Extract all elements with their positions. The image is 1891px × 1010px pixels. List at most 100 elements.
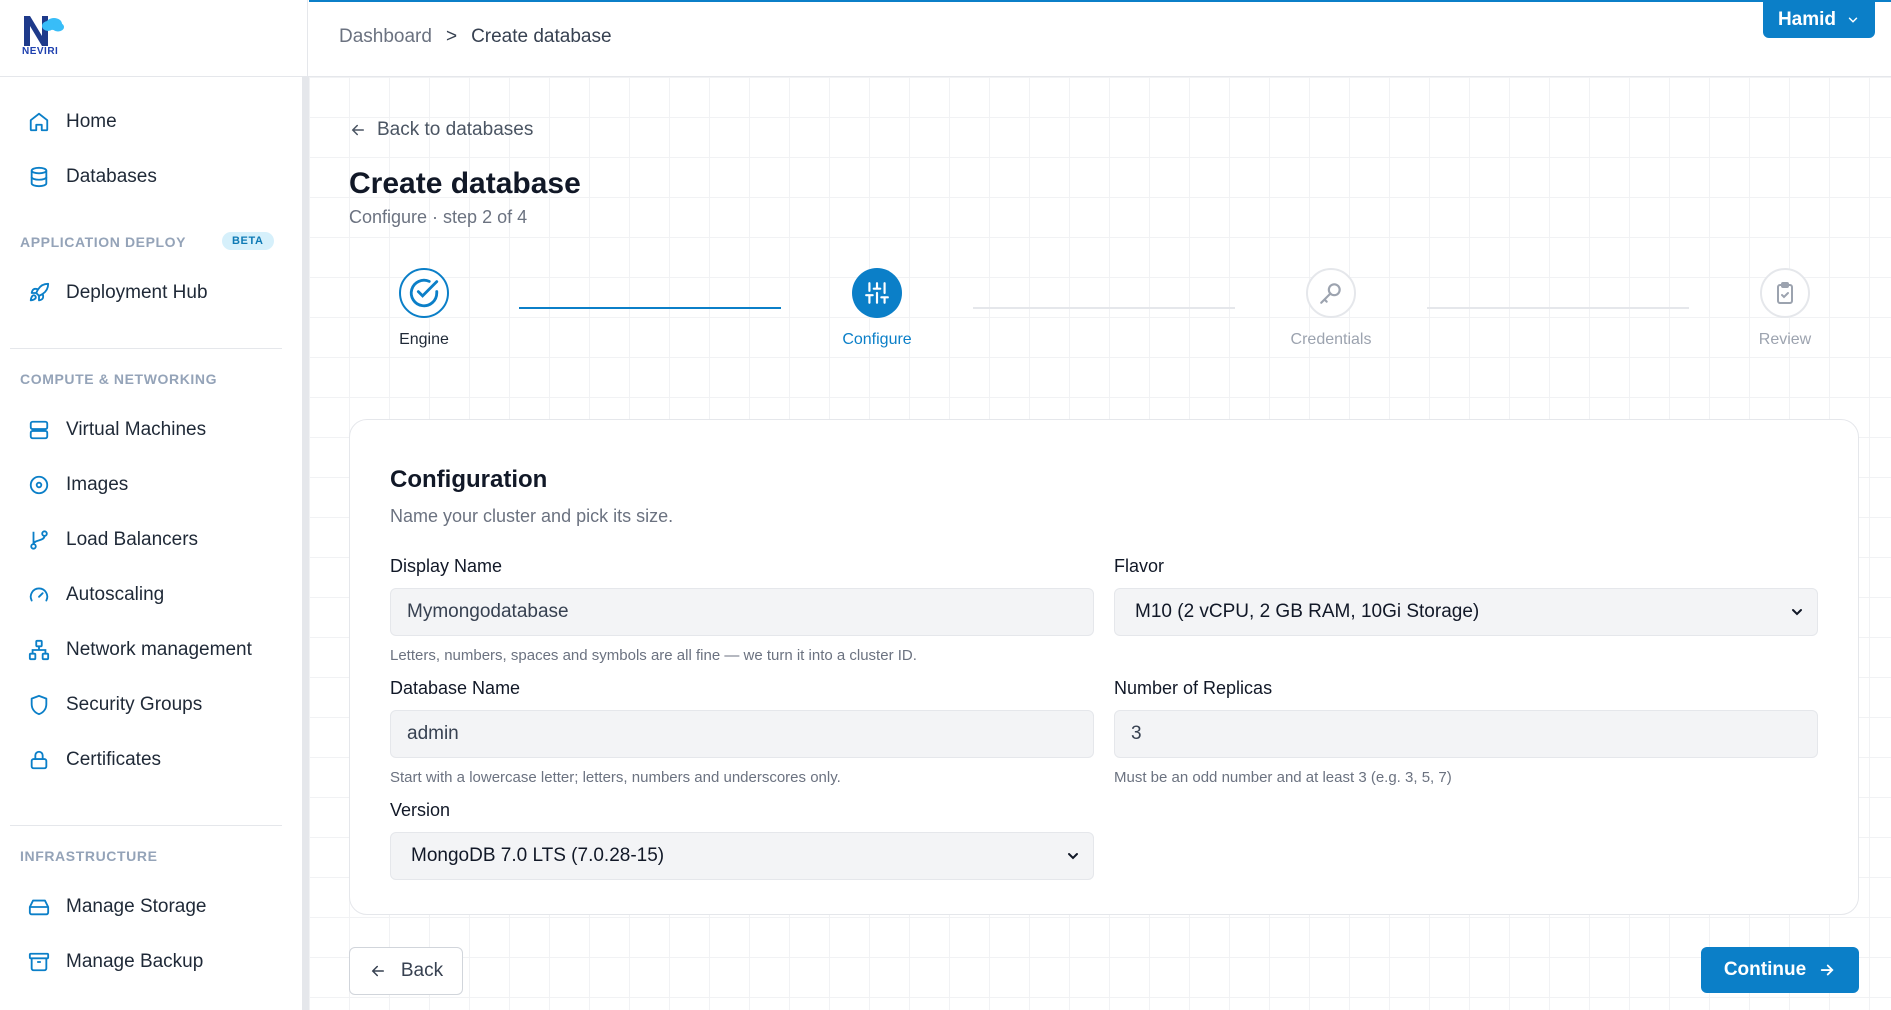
sliders-icon (865, 282, 889, 304)
sidebar-item-label: Load Balancers (66, 529, 199, 550)
version-select[interactable]: MongoDB 7.0 LTS (7.0.28-15) (390, 832, 1094, 880)
sidebar-item-label: Virtual Machines (66, 419, 207, 440)
sidebar-item-label: Home (66, 111, 117, 132)
display-name-label: Display Name (390, 556, 503, 576)
brand-name: NEVIRI (22, 46, 59, 57)
page-subtitle: Configure · step 2 of 4 (349, 207, 528, 227)
lock-icon (30, 750, 48, 770)
breadcrumb-dashboard[interactable]: Dashboard (339, 26, 432, 48)
shield-icon (30, 694, 48, 716)
chevron-down-icon (1068, 853, 1078, 860)
sidebar-item-load-balancers[interactable]: Load Balancers (28, 522, 198, 558)
flavor-label: Flavor (1114, 556, 1165, 576)
continue-button[interactable]: Continue (1701, 947, 1859, 993)
clipboard-check-icon (1777, 282, 1793, 304)
database-icon (30, 166, 48, 188)
sidebar-divider (10, 825, 282, 826)
git-branch-icon (30, 530, 48, 550)
sidebar-item-home[interactable]: Home (28, 104, 117, 140)
sidebar-item-manage-backup[interactable]: Manage Backup (28, 944, 203, 980)
card-subtitle: Name your cluster and pick its size. (390, 506, 674, 526)
arrow-right-icon (1820, 964, 1834, 976)
server-icon (29, 420, 49, 440)
step-credentials[interactable]: Credentials (1261, 268, 1401, 349)
chevron-down-icon (1792, 609, 1802, 616)
key-icon (1320, 283, 1341, 304)
sidebar-item-label: Images (66, 474, 129, 495)
sidebar-item-autoscaling[interactable]: Autoscaling (28, 577, 164, 613)
version-label: Version (390, 800, 451, 820)
database-name-help: Start with a lowercase letter; letters, … (390, 769, 841, 786)
page-title: Create database (349, 167, 581, 200)
gauge-icon (29, 587, 49, 602)
home-icon (29, 112, 49, 132)
sidebar: NEVIRI Home Databases APPLICATION DEPLOY… (0, 0, 308, 1010)
main-content: Back to databases Create database Config… (309, 77, 1891, 1010)
chevron-down-icon (1848, 17, 1858, 23)
step-label: Engine (399, 331, 449, 348)
step-review[interactable]: Review (1715, 268, 1855, 349)
sidebar-item-databases[interactable]: Databases (28, 159, 157, 195)
database-name-input[interactable] (390, 710, 1094, 758)
arrow-left-icon (351, 124, 364, 136)
sidebar-item-label: Network management (66, 639, 252, 660)
sidebar-item-images[interactable]: Images (28, 467, 128, 503)
top-bar: Dashboard > Create database Hamid (309, 0, 1891, 77)
sidebar-item-label: Deployment Hub (66, 282, 208, 303)
sidebar-item-manage-storage[interactable]: Manage Storage (28, 889, 207, 925)
arrow-left-icon (371, 965, 384, 977)
sidebar-item-label: Manage Storage (66, 896, 207, 917)
back-button[interactable]: Back (349, 947, 463, 995)
configuration-card: Configuration Name your cluster and pick… (349, 419, 1859, 915)
hard-drive-icon (28, 899, 50, 916)
beta-badge: BETA (222, 232, 274, 250)
sidebar-item-security-groups[interactable]: Security Groups (28, 687, 202, 723)
sidebar-item-label: Manage Backup (66, 951, 204, 972)
flavor-select[interactable]: M10 (2 vCPU, 2 GB RAM, 10Gi Storage) (1114, 588, 1818, 636)
sidebar-item-label: Autoscaling (66, 584, 165, 605)
step-label: Configure (842, 331, 912, 348)
continue-button-label: Continue (1723, 959, 1807, 980)
sidebar-item-certificates[interactable]: Certificates (28, 742, 161, 778)
section-label-compute-networking: COMPUTE & NETWORKING (20, 371, 218, 387)
replicas-input[interactable] (1114, 710, 1818, 758)
sidebar-item-label: Certificates (66, 749, 162, 770)
back-button-label: Back (400, 960, 444, 981)
flavor-selected-value: M10 (2 vCPU, 2 GB RAM, 10Gi Storage) (1135, 601, 1480, 622)
sidebar-item-network-management[interactable]: Network management (28, 632, 252, 668)
breadcrumb-current: Create database (471, 26, 612, 47)
back-to-databases-link[interactable]: Back to databases (349, 119, 533, 141)
disc-icon (29, 475, 49, 495)
replicas-label: Number of Replicas (1114, 678, 1273, 698)
step-label: Review (1758, 331, 1812, 348)
network-icon (28, 639, 50, 661)
user-menu-button[interactable]: Hamid (1763, 2, 1875, 38)
back-link-label: Back to databases (377, 119, 534, 140)
breadcrumb-separator: > (445, 26, 458, 47)
sidebar-item-label: Databases (66, 166, 157, 187)
step-engine[interactable]: Engine (354, 268, 494, 349)
user-name: Hamid (1777, 9, 1837, 30)
rocket-icon (29, 282, 50, 302)
archive-icon (28, 952, 50, 972)
database-name-label: Database Name (390, 678, 521, 698)
replicas-help: Must be an odd number and at least 3 (e.… (1114, 769, 1452, 786)
card-title: Configuration (390, 466, 548, 493)
section-label-infrastructure: INFRASTRUCTURE (20, 848, 158, 864)
section-label-application-deploy: APPLICATION DEPLOY (20, 234, 187, 250)
sidebar-divider (0, 76, 308, 77)
display-name-input[interactable] (390, 588, 1094, 636)
breadcrumb: Dashboard > Create database (339, 26, 612, 48)
step-label: Credentials (1290, 331, 1372, 348)
stepper-line-pending (973, 307, 1235, 309)
sidebar-item-label: Security Groups (66, 694, 203, 715)
sidebar-divider (10, 348, 282, 349)
check-circle-icon (409, 278, 439, 308)
version-selected-value: MongoDB 7.0 LTS (7.0.28-15) (411, 845, 665, 866)
display-name-help: Letters, numbers, spaces and symbols are… (390, 647, 917, 664)
step-configure[interactable]: Configure (807, 268, 947, 349)
sidebar-item-deployment-hub[interactable]: Deployment Hub (28, 275, 208, 311)
stepper-line-pending (1427, 307, 1689, 309)
stepper-line-completed (519, 307, 781, 309)
sidebar-item-virtual-machines[interactable]: Virtual Machines (28, 412, 206, 448)
